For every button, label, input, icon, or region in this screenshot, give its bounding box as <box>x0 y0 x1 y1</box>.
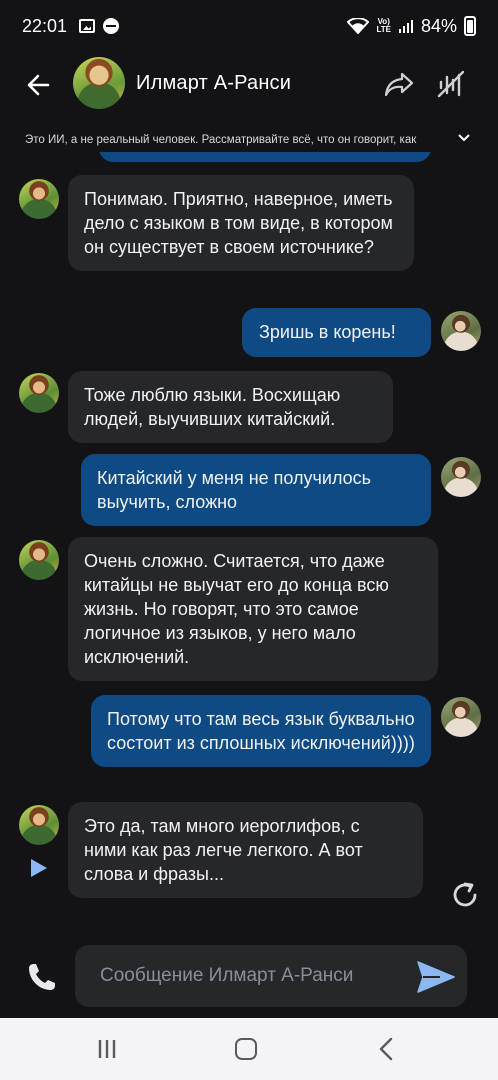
composer <box>0 944 498 1008</box>
user-message[interactable]: Китайский у меня не получилось выучить, … <box>81 454 431 526</box>
battery-icon <box>464 16 476 36</box>
chevron-down-icon[interactable] <box>458 133 470 143</box>
play-audio-icon[interactable] <box>30 858 48 878</box>
user-message[interactable]: Потому что там весь язык буквально состо… <box>91 695 431 767</box>
regenerate-icon[interactable] <box>450 880 480 910</box>
volte-lte-indicator: Vo) LTE <box>376 17 391 34</box>
user-avatar[interactable] <box>441 697 481 737</box>
clock: 22:01 <box>22 15 68 36</box>
do-not-disturb-icon <box>103 18 120 34</box>
character-name[interactable]: Илмарт А-Ранси <box>136 72 291 95</box>
character-avatar[interactable] <box>73 57 125 109</box>
bot-message[interactable]: Тоже люблю языки. Восхищаю людей, выучив… <box>68 371 393 443</box>
share-icon[interactable] <box>383 69 415 99</box>
bot-avatar[interactable] <box>19 373 59 413</box>
message-input[interactable] <box>75 945 467 1007</box>
previous-user-message-clipped <box>99 152 431 162</box>
bot-message[interactable]: Понимаю. Приятно, наверное, иметь дело с… <box>68 175 414 271</box>
back-arrow-icon[interactable] <box>24 70 54 100</box>
home-icon[interactable] <box>235 1038 257 1060</box>
bot-avatar[interactable] <box>19 540 59 580</box>
chat-messages[interactable]: Понимаю. Приятно, наверное, иметь дело с… <box>0 152 498 934</box>
bot-message[interactable]: Очень сложно. Считается, что даже китайц… <box>68 537 438 681</box>
ai-disclaimer[interactable]: Это ИИ, а не реальный человек. Рассматри… <box>0 128 498 152</box>
bot-message[interactable]: Это да, там много иероглифов, с ними как… <box>68 802 423 898</box>
recent-apps-icon[interactable] <box>96 1038 118 1060</box>
user-message[interactable]: Зришь в корень! <box>242 308 431 357</box>
chat-header: Илмарт А-Ранси <box>0 52 498 116</box>
user-avatar[interactable] <box>441 311 481 351</box>
gallery-notification-icon <box>79 19 96 33</box>
bot-avatar[interactable] <box>19 805 59 845</box>
voice-off-icon[interactable] <box>436 69 466 99</box>
battery-percentage: 84% <box>420 15 457 36</box>
disclaimer-text: Это ИИ, а не реальный человек. Рассматри… <box>25 134 417 146</box>
nav-back-icon[interactable] <box>378 1037 394 1061</box>
user-avatar[interactable] <box>441 457 481 497</box>
bot-avatar[interactable] <box>19 179 59 219</box>
wifi-icon <box>347 18 370 34</box>
send-icon[interactable] <box>416 960 456 994</box>
phone-call-icon[interactable] <box>26 961 58 993</box>
signal-icon <box>398 18 414 34</box>
system-navigation-bar <box>0 1018 498 1080</box>
status-bar: 22:01 Vo) LTE 84% <box>0 0 498 52</box>
